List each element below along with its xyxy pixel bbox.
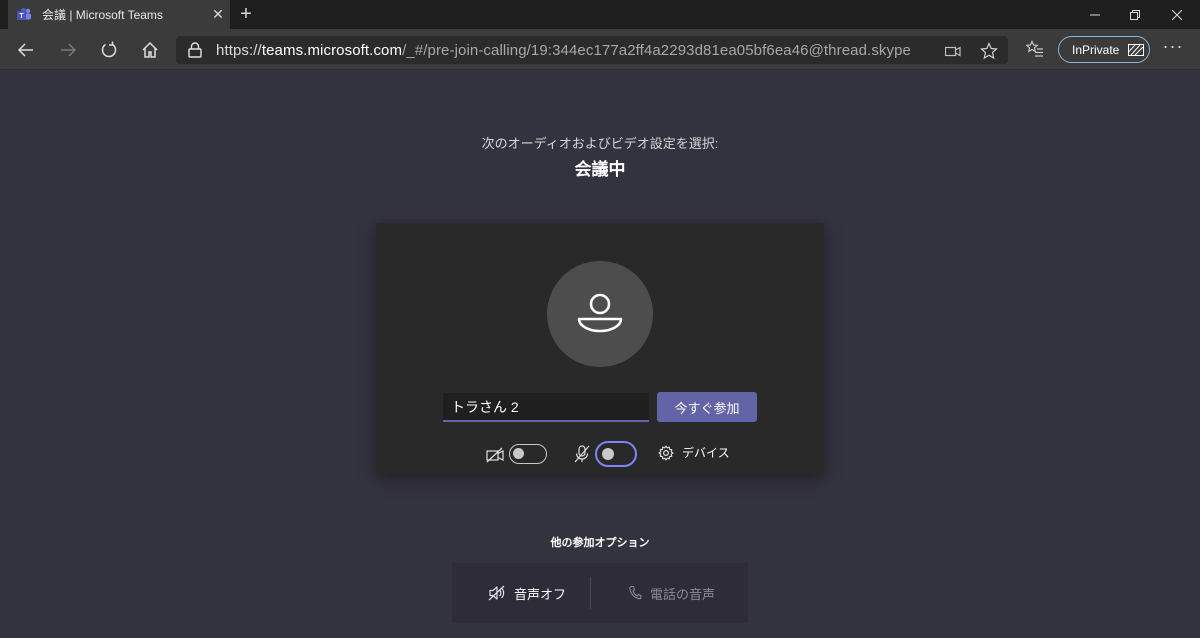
inprivate-label: InPrivate [1072, 42, 1120, 57]
refresh-icon [101, 41, 117, 58]
refresh-button[interactable] [96, 37, 122, 63]
gear-icon [658, 444, 674, 461]
devices-label: デバイス [682, 446, 730, 460]
phone-audio-label: 電話の音声 [650, 586, 716, 602]
browser-tab[interactable]: T 会議 | Microsoft Teams ✕ [8, 0, 230, 29]
browser-titlebar: T 会議 | Microsoft Teams ✕ + [0, 0, 1200, 29]
url-text[interactable]: https://teams.microsoft.com/_#/pre-join-… [216, 42, 911, 59]
url-host: teams.microsoft.com [261, 42, 403, 59]
tab-close-button[interactable]: ✕ [206, 6, 230, 23]
join-now-button[interactable]: 今すぐ参加 [657, 392, 757, 422]
person-icon [577, 293, 623, 333]
options-divider [590, 577, 591, 609]
toggle-knob [513, 448, 524, 459]
phone-audio-option[interactable]: 電話の音声 [628, 563, 715, 623]
lock-icon[interactable] [188, 42, 202, 58]
close-window-button[interactable] [1154, 0, 1200, 29]
tab-title: 会議 | Microsoft Teams [42, 8, 163, 22]
prejoin-card: 今すぐ参加 デバイス [376, 223, 824, 475]
restore-icon [1130, 9, 1140, 20]
audio-off-option[interactable]: 音声オフ [488, 563, 566, 623]
back-button[interactable] [13, 37, 39, 63]
microphone-toggle[interactable] [595, 441, 637, 467]
url-scheme: https:// [216, 42, 262, 59]
favorites-bar-button[interactable] [1026, 40, 1044, 58]
new-tab-button[interactable]: + [234, 3, 258, 27]
minimize-icon [1090, 14, 1100, 15]
restore-button[interactable] [1112, 0, 1158, 29]
address-bar[interactable]: https://teams.microsoft.com/_#/pre-join-… [176, 36, 1008, 64]
favorite-button[interactable] [980, 42, 998, 60]
inprivate-button[interactable]: InPrivate [1058, 36, 1150, 63]
speaker-off-icon [488, 585, 505, 601]
inprivate-icon [1128, 43, 1145, 56]
audio-off-label: 音声オフ [514, 586, 567, 602]
microphone-off-icon [574, 445, 590, 463]
arrow-right-icon [61, 43, 76, 57]
arrow-left-icon [18, 43, 33, 57]
phone-icon [629, 585, 642, 600]
display-name-input[interactable] [443, 393, 649, 422]
video-camera-icon [945, 46, 961, 57]
favorites-list-icon [1026, 40, 1043, 57]
home-button[interactable] [137, 37, 163, 63]
camera-permission-button[interactable] [944, 42, 962, 60]
meeting-title: 会議中 [574, 160, 626, 179]
devices-button[interactable]: デバイス [658, 444, 730, 461]
camera-off-icon [486, 447, 504, 463]
forward-button[interactable] [55, 37, 81, 63]
toggle-knob [602, 448, 614, 460]
close-icon [1172, 9, 1182, 20]
camera-toggle[interactable] [509, 444, 547, 464]
svg-text:T: T [19, 13, 24, 20]
settings-more-button[interactable]: ··· [1160, 37, 1186, 62]
prejoin-subtitle: 次のオーディオおよびビデオ設定を選択: [481, 136, 719, 151]
other-join-options: 音声オフ 電話の音声 [452, 563, 748, 623]
teams-icon: T [17, 7, 31, 20]
star-icon [980, 42, 998, 60]
home-icon [142, 41, 158, 58]
other-join-options-title: 他の参加オプション [550, 537, 650, 549]
avatar [547, 261, 653, 367]
url-path: /_#/pre-join-calling/19:344ec177a2ff4a22… [402, 42, 912, 59]
